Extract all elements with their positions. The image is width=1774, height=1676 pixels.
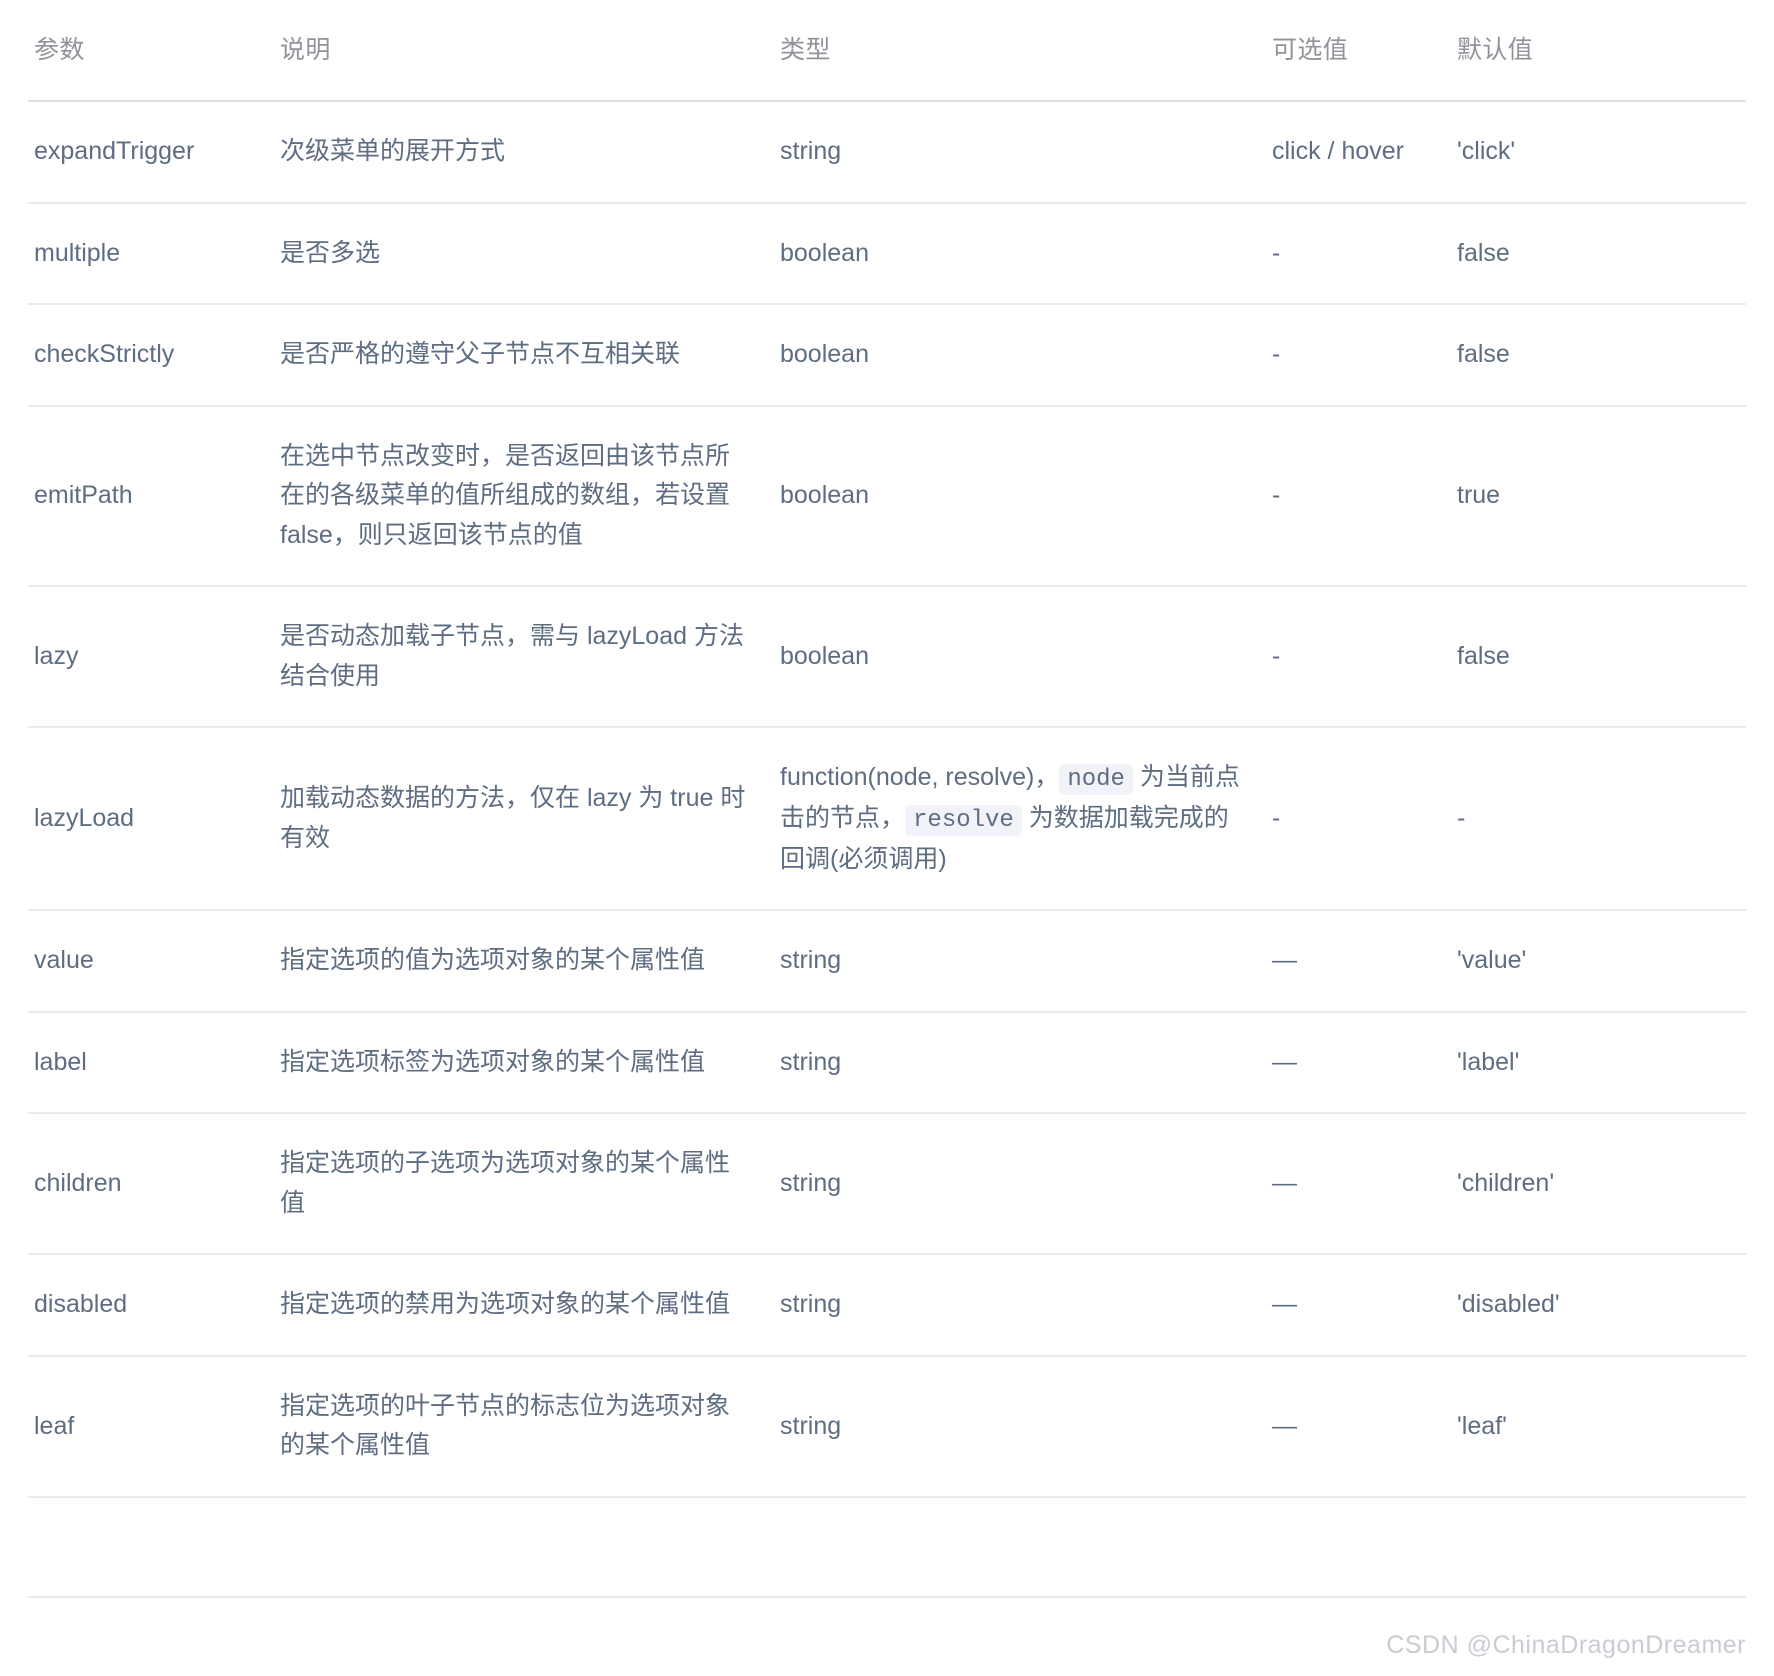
cell-default: - (1443, 727, 1746, 912)
cell-description: 指定选项的禁用为选项对象的某个属性值 (266, 1254, 766, 1357)
cell-param: children (28, 1113, 266, 1256)
cell-description: 指定选项的值为选项对象的某个属性值 (266, 910, 766, 1013)
cell-description: 在选中节点改变时，是否返回由该节点所在的各级菜单的值所组成的数组，若设置 fal… (266, 405, 766, 587)
cell-param: leaf (28, 1355, 266, 1498)
cell-default: false (1443, 304, 1746, 407)
cell-param: disabled (28, 1254, 266, 1357)
cell-param: label (28, 1011, 266, 1115)
cell-description: 次级菜单的展开方式 (266, 101, 766, 204)
cell-type: boolean (766, 202, 1258, 305)
inline-code-token: node (1059, 764, 1133, 795)
cell-type: boolean (766, 405, 1258, 587)
cell-options: - (1258, 202, 1443, 305)
table-header-row: 参数 说明 类型 可选值 默认值 (28, 0, 1746, 101)
cell-type: string (766, 1355, 1258, 1498)
cell-default: true (1443, 405, 1746, 587)
cell-description: 加载动态数据的方法，仅在 lazy 为 true 时有效 (266, 727, 766, 912)
table-row: lazyLoad 加载动态数据的方法，仅在 lazy 为 true 时有效 func… (28, 727, 1746, 912)
cell-type: function(node, resolve)， node 为当前点击的节点， re… (766, 727, 1258, 912)
table-header: 参数 说明 类型 可选值 默认值 (28, 0, 1746, 101)
table-row: expandTrigger 次级菜单的展开方式 string click / hove… (28, 101, 1746, 204)
table-row: checkStrictly 是否严格的遵守父子节点不互相关联 boolean - fal… (28, 304, 1746, 407)
cell-options: — (1258, 1011, 1443, 1115)
cell-param: expandTrigger (28, 101, 266, 204)
cell-default: 'click' (1443, 101, 1746, 204)
cell-default: false (1443, 586, 1746, 728)
inline-code-token: resolve (905, 804, 1022, 836)
column-header-param: 参数 (34, 36, 85, 64)
cell-type: string (766, 910, 1258, 1013)
cell-default: 'leaf' (1443, 1355, 1746, 1498)
cell-param: lazy (28, 586, 266, 728)
table-row: children 指定选项的子选项为选项对象的某个属性值 string —'child… (28, 1113, 1746, 1256)
cell-options: — (1258, 1254, 1443, 1357)
cell-param: lazyLoad (28, 727, 266, 912)
table-row: lazy 是否动态加载子节点，需与 lazyLoad 方法结合使用 boolean -… (28, 586, 1746, 728)
cell-options: — (1258, 910, 1443, 1013)
cell-options: - (1258, 727, 1443, 912)
cell-default: 'label' (1443, 1011, 1746, 1115)
table-row: multiple 是否多选 boolean - false (28, 202, 1746, 305)
cell-default: 'disabled' (1443, 1254, 1746, 1357)
cell-description: 指定选项标签为选项对象的某个属性值 (266, 1011, 766, 1115)
cell-options: — (1258, 1113, 1443, 1256)
cell-type: string (766, 1011, 1258, 1115)
cell-description: 是否动态加载子节点，需与 lazyLoad 方法结合使用 (266, 586, 766, 728)
cell-param: multiple (28, 202, 266, 305)
cell-description: 是否多选 (266, 202, 766, 305)
cascader-props-table: 参数 说明 类型 可选值 默认值 expandTrigger 次级菜单的展开方式 s… (28, 0, 1746, 1498)
cell-type: string (766, 1254, 1258, 1357)
footer-divider (28, 1596, 1746, 1598)
cell-param: checkStrictly (28, 304, 266, 407)
cell-description: 是否严格的遵守父子节点不互相关联 (266, 304, 766, 407)
watermark-label: CSDN @ChinaDragonDreamer (1386, 1631, 1746, 1659)
table-row: label 指定选项标签为选项对象的某个属性值 string —'label' (28, 1011, 1746, 1115)
cell-type: boolean (766, 586, 1258, 728)
cell-options: — (1258, 1355, 1443, 1498)
table-row: disabled 指定选项的禁用为选项对象的某个属性值 string —'disabl… (28, 1254, 1746, 1357)
column-header-type: 类型 (780, 36, 831, 64)
table-row: emitPath 在选中节点改变时，是否返回由该节点所在的各级菜单的值所组成的数组… (28, 405, 1746, 587)
cell-options: click / hover (1258, 101, 1443, 204)
cell-description: 指定选项的子选项为选项对象的某个属性值 (266, 1113, 766, 1256)
cell-type: string (766, 1113, 1258, 1256)
cell-type: boolean (766, 304, 1258, 407)
cell-param: emitPath (28, 405, 266, 587)
cell-description: 指定选项的叶子节点的标志位为选项对象的某个属性值 (266, 1355, 766, 1498)
table-body: expandTrigger 次级菜单的展开方式 string click / hove… (28, 101, 1746, 1498)
table-row: leaf 指定选项的叶子节点的标志位为选项对象的某个属性值 string —'leaf… (28, 1355, 1746, 1498)
cell-default: false (1443, 202, 1746, 305)
cell-options: - (1258, 586, 1443, 728)
table-row: value 指定选项的值为选项对象的某个属性值 string —'value' (28, 910, 1746, 1013)
cell-default: 'value' (1443, 910, 1746, 1013)
cell-param: value (28, 910, 266, 1013)
cell-default: 'children' (1443, 1113, 1746, 1256)
column-header-options: 可选值 (1272, 36, 1349, 64)
cell-options: - (1258, 405, 1443, 587)
column-header-default: 默认值 (1457, 36, 1534, 64)
column-header-desc: 说明 (280, 36, 331, 64)
props-table-page: 参数 说明 类型 可选值 默认值 expandTrigger 次级菜单的展开方式 s… (0, 0, 1774, 1676)
cell-options: - (1258, 304, 1443, 407)
cell-type: string (766, 101, 1258, 204)
